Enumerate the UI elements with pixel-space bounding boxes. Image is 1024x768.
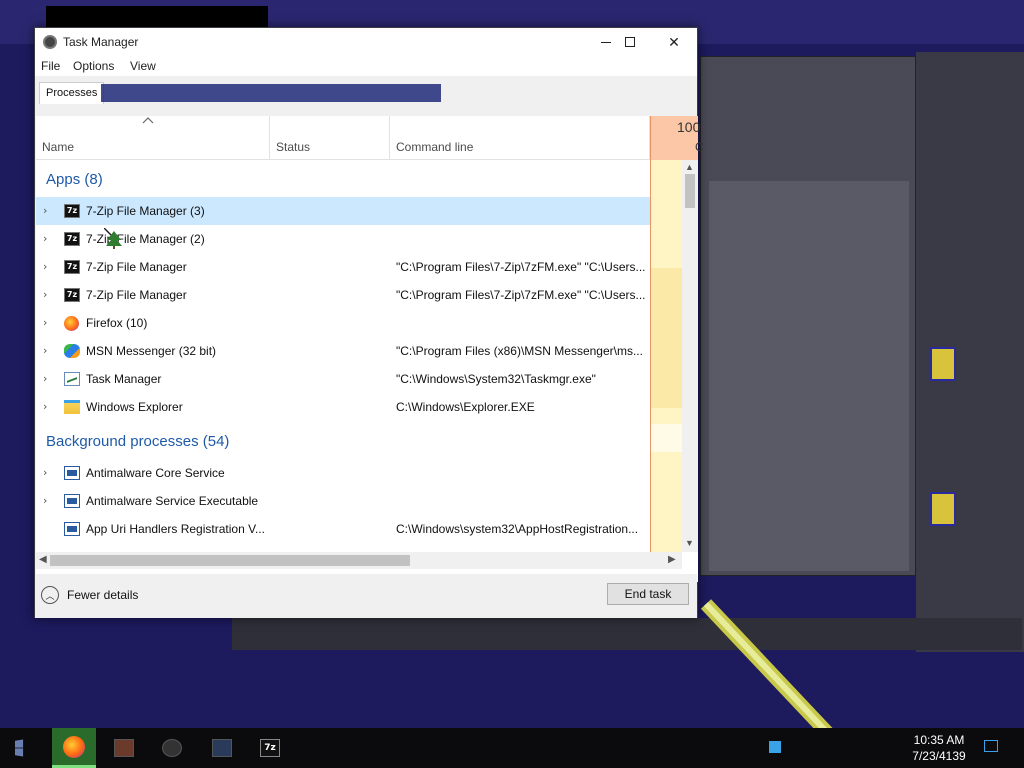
drag-path-line bbox=[700, 599, 848, 752]
taskbar-clock[interactable]: 10:35 AM 7/23/4139 bbox=[906, 732, 972, 764]
7zip-icon: 7z bbox=[260, 739, 280, 757]
windows-logo-icon bbox=[15, 739, 24, 757]
app-icon bbox=[212, 739, 232, 757]
app-icon bbox=[162, 739, 182, 757]
start-button[interactable] bbox=[2, 728, 46, 768]
taskbar-app[interactable] bbox=[150, 728, 194, 768]
taskbar-app[interactable] bbox=[102, 728, 146, 768]
taskbar: 7z bbox=[0, 728, 1024, 768]
firefox-icon bbox=[63, 735, 85, 758]
taskbar-app[interactable] bbox=[200, 728, 244, 768]
taskbar-7zip[interactable]: 7z bbox=[248, 728, 292, 768]
clock-date: 7/23/4139 bbox=[912, 749, 966, 763]
notification-icon[interactable] bbox=[984, 740, 998, 752]
clock-time: 10:35 AM bbox=[913, 733, 965, 747]
app-icon bbox=[114, 739, 134, 757]
tray-icon[interactable] bbox=[769, 741, 781, 753]
taskbar-firefox[interactable] bbox=[52, 728, 96, 768]
